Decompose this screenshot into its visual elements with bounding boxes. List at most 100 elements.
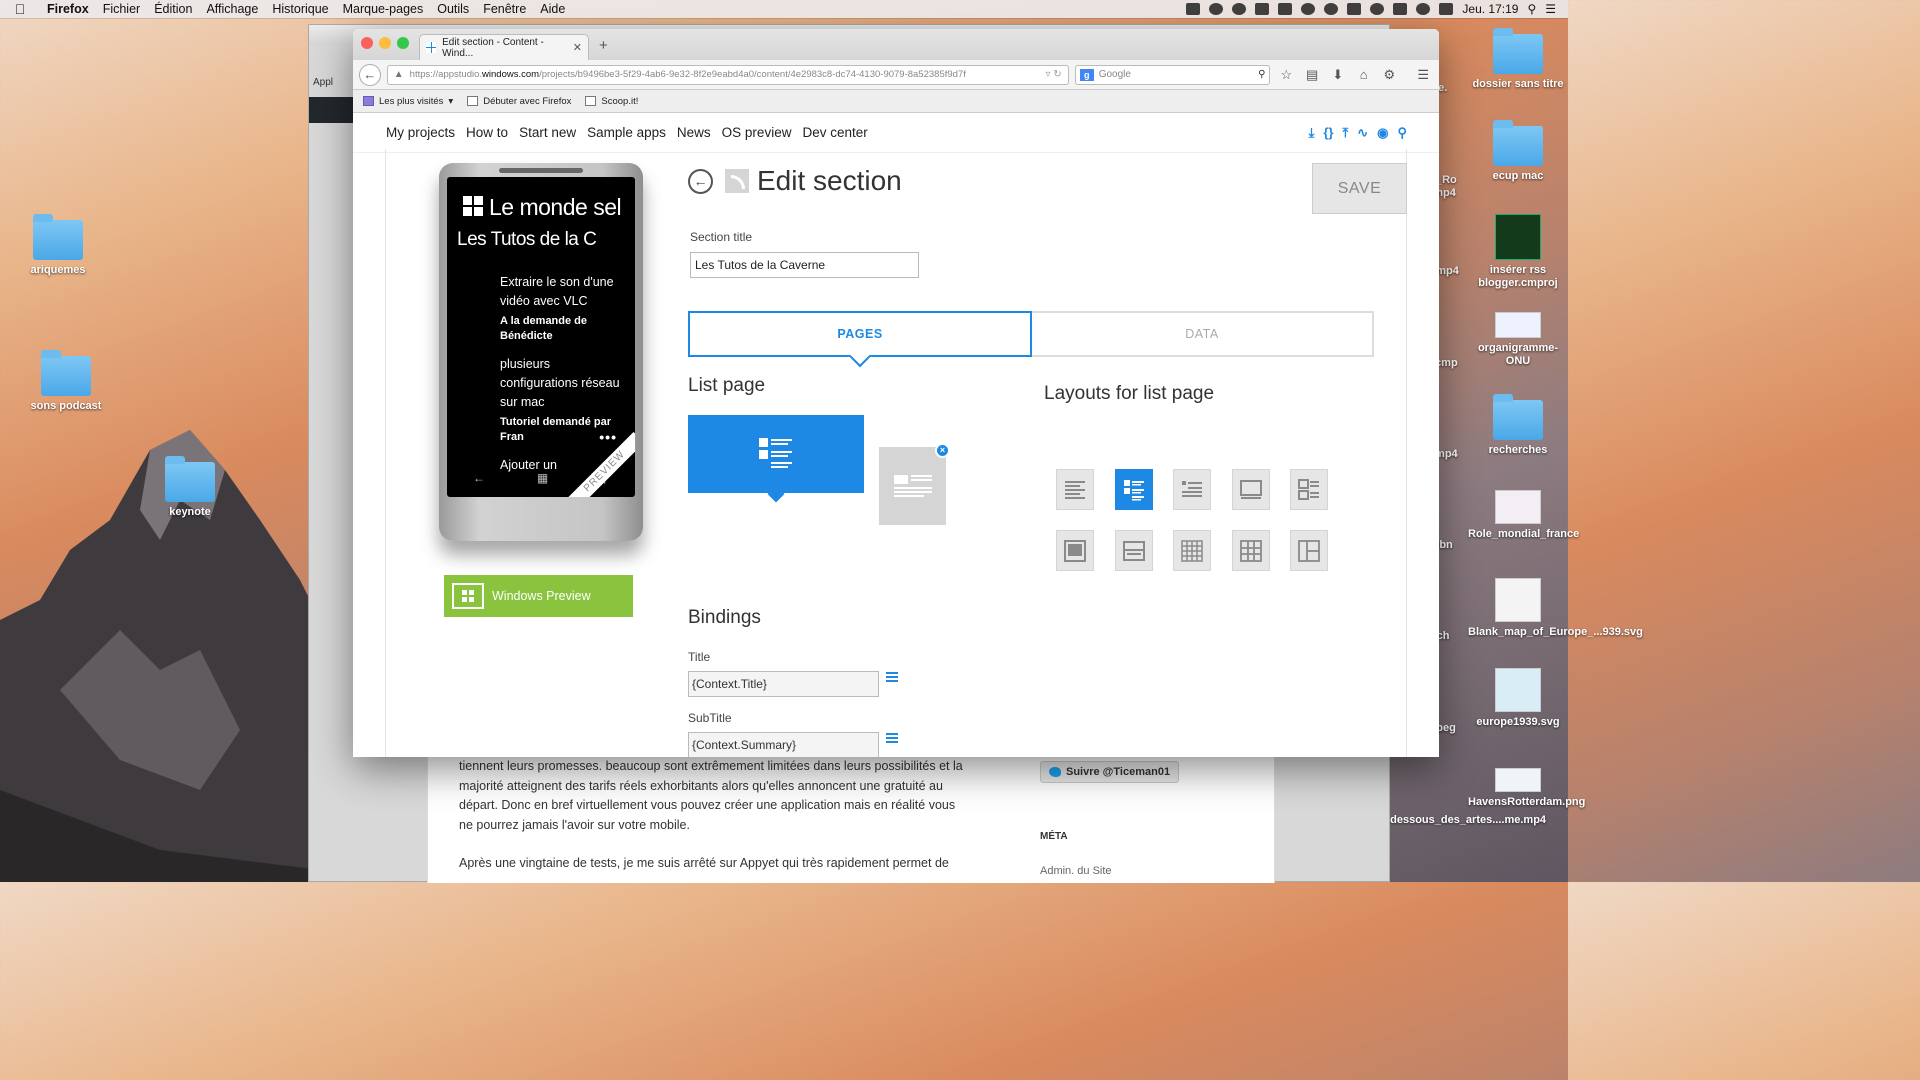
close-window-button[interactable] — [361, 37, 373, 49]
layout-option-grid-large[interactable] — [1232, 530, 1270, 571]
back-button[interactable]: ← — [359, 63, 381, 86]
binding-title-menu-icon[interactable] — [886, 672, 898, 682]
layout-option-text-list[interactable] — [1056, 469, 1094, 510]
adobe-icon[interactable] — [1278, 3, 1293, 15]
menu-clock[interactable]: Jeu. 17:19 — [1462, 2, 1518, 16]
desktop-file-havens[interactable]: HavensRotterdam.png — [1468, 768, 1585, 809]
desktop-file-organigramme[interactable]: organigramme-ONU — [1468, 312, 1568, 368]
download-icon[interactable]: ⬇ — [1328, 67, 1348, 83]
bookmark-scoopit[interactable]: Scoop.it! — [585, 96, 638, 107]
extension-icon[interactable]: ⚙ — [1380, 67, 1400, 83]
nav-my-projects[interactable]: My projects — [386, 125, 455, 140]
reload-icon[interactable]: ▿ ↻ — [1046, 69, 1062, 80]
notification-icon[interactable] — [1255, 3, 1270, 15]
background-tab-label[interactable]: Appl — [313, 77, 333, 88]
search-icon[interactable]: ⚲ — [1258, 69, 1265, 80]
menu-aide[interactable]: Aide — [533, 2, 572, 16]
desktop-folder-ariquemes[interactable]: ariquemes — [8, 214, 108, 277]
nav-sample-apps[interactable]: Sample apps — [587, 125, 666, 140]
menu-outils[interactable]: Outils — [430, 2, 476, 16]
desktop-file-europe1939[interactable]: europe1939.svg — [1468, 668, 1568, 729]
layout-option-banner[interactable] — [1115, 530, 1153, 571]
nav-start-new[interactable]: Start new — [519, 125, 576, 140]
layout-option-bullet-list[interactable] — [1173, 469, 1211, 510]
back-arrow-icon[interactable]: ← — [688, 168, 713, 194]
url-bar[interactable]: ▲ https://appstudio.windows.com/projects… — [386, 64, 1069, 85]
menu-affichage[interactable]: Affichage — [199, 2, 265, 16]
search-bar[interactable]: g Google ⚲ — [1074, 64, 1271, 85]
layout-option-mosaic[interactable] — [1290, 530, 1328, 571]
new-tab-button[interactable]: + — [599, 37, 608, 54]
binding-title-input[interactable]: {Context.Title} — [688, 671, 879, 697]
time-machine-icon[interactable] — [1370, 3, 1385, 15]
save-button[interactable]: SAVE — [1312, 163, 1407, 214]
minimize-window-button[interactable] — [379, 37, 391, 49]
apple-icon[interactable]:  — [0, 1, 40, 17]
analytics-icon[interactable]: ∿ — [1357, 125, 1368, 141]
menu-app-firefox[interactable]: Firefox — [40, 2, 96, 16]
desktop-folder-keynote[interactable]: keynote — [140, 456, 240, 519]
hamburger-menu-icon[interactable]: ☰ — [1413, 67, 1433, 83]
binding-subtitle-input[interactable]: {Context.Summary} — [688, 732, 879, 757]
eject-icon[interactable] — [1347, 3, 1362, 15]
search-icon[interactable]: ⚲ — [1397, 125, 1407, 141]
zoom-window-button[interactable] — [397, 37, 409, 49]
menu-marque-pages[interactable]: Marque-pages — [336, 2, 431, 16]
desktop-partial-label[interactable]: _dessous_des_artes....me.mp4 — [1384, 814, 1546, 827]
nav-os-preview[interactable]: OS preview — [722, 125, 792, 140]
browser-tab-active[interactable]: Edit section - Content - Wind... ✕ — [419, 34, 589, 60]
desktop-folder-recherches[interactable]: recherches — [1468, 394, 1568, 457]
bluetooth-icon[interactable] — [1393, 3, 1408, 15]
onedrive-icon[interactable] — [1301, 3, 1316, 15]
preview-eye-icon[interactable]: ◉ — [1377, 125, 1388, 141]
desktop-folder-ecup-mac[interactable]: ecup mac — [1468, 120, 1568, 183]
download-icon[interactable]: ⤓ — [1309, 125, 1315, 141]
desktop-folder-dossier-sans-titre[interactable]: dossier sans titre — [1468, 28, 1568, 91]
desktop-file-role-mondial[interactable]: Role_mondial_france — [1468, 490, 1579, 541]
menu-edition[interactable]: Édition — [147, 2, 199, 16]
spotlight-icon[interactable]: ⚲ — [1527, 2, 1536, 16]
twitter-follow-button[interactable]: Suivre @Ticeman01 — [1040, 761, 1180, 783]
folder-icon — [41, 350, 91, 396]
layout-option-grid-small[interactable] — [1173, 530, 1211, 571]
windows-logo-icon — [452, 583, 484, 609]
desktop-file-inserer-rss[interactable]: insérer rss blogger.cmproj — [1468, 214, 1568, 290]
cloud-icon[interactable] — [1209, 3, 1224, 15]
binding-subtitle-menu-icon[interactable] — [886, 733, 898, 743]
remove-page-icon[interactable]: × — [935, 443, 950, 458]
layout-option-single-image[interactable] — [1056, 530, 1094, 571]
volume-icon[interactable] — [1439, 3, 1454, 15]
publish-icon[interactable]: ⤒ — [1342, 125, 1348, 141]
tab-pages[interactable]: PAGES — [688, 311, 1032, 357]
section-title-input[interactable]: Les Tutos de la Caverne — [690, 252, 919, 278]
desktop-file-blank-map[interactable]: Blank_map_of_Europe_...939.svg — [1468, 578, 1643, 639]
close-tab-icon[interactable]: ✕ — [573, 41, 582, 54]
dropbox-icon[interactable] — [1186, 3, 1201, 15]
code-braces-icon[interactable]: {} — [1323, 125, 1333, 141]
notification-center-icon[interactable]: ☰ — [1545, 2, 1556, 16]
admin-link[interactable]: Admin. du Site — [1040, 865, 1112, 877]
bookmark-getting-started[interactable]: Débuter avec Firefox — [467, 96, 571, 107]
windows-preview-button[interactable]: Windows Preview — [444, 575, 633, 617]
menu-fichier[interactable]: Fichier — [96, 2, 148, 16]
reading-list-icon[interactable]: ▤ — [1302, 67, 1322, 83]
nav-news[interactable]: News — [677, 125, 711, 140]
layout-option-image-caption[interactable] — [1232, 469, 1270, 510]
creative-cloud-icon[interactable] — [1232, 3, 1247, 15]
home-icon[interactable]: ⌂ — [1354, 67, 1374, 82]
nav-dev-center[interactable]: Dev center — [802, 125, 867, 140]
nav-how-to[interactable]: How to — [466, 125, 508, 140]
menu-historique[interactable]: Historique — [265, 2, 335, 16]
list-page-card[interactable] — [688, 415, 864, 493]
desktop-folder-sons-podcast[interactable]: sons podcast — [16, 350, 116, 413]
google-engine-icon[interactable]: g — [1079, 68, 1094, 81]
sync-icon[interactable] — [1324, 3, 1339, 15]
wifi-icon[interactable] — [1416, 3, 1431, 15]
tab-data[interactable]: DATA — [1032, 311, 1374, 357]
menu-fenetre[interactable]: Fenêtre — [476, 2, 533, 16]
bookmark-most-visited[interactable]: Les plus visités ▾ — [363, 96, 453, 107]
layout-option-thumb-list[interactable] — [1115, 469, 1153, 510]
layout-option-image-list[interactable] — [1290, 469, 1328, 510]
bookmark-star-icon[interactable]: ☆ — [1276, 67, 1296, 83]
detail-page-card[interactable] — [879, 447, 946, 525]
